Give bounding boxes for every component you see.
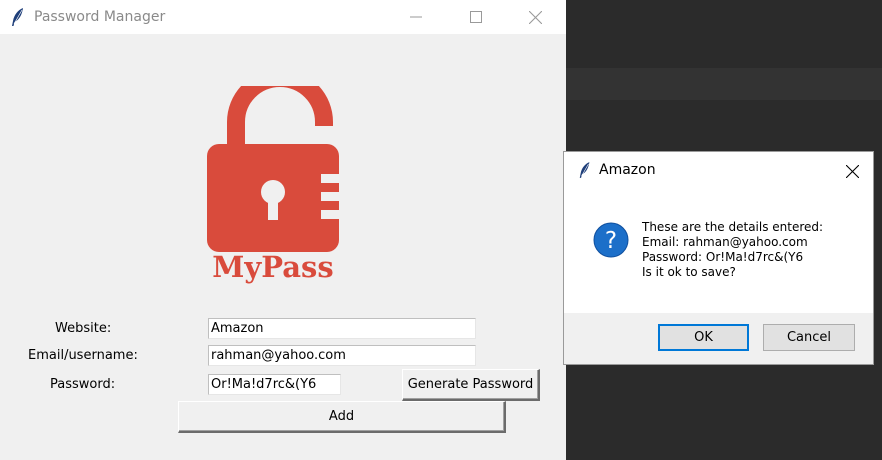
website-input[interactable] [208,318,476,339]
close-icon [845,164,859,178]
question-icon: ? [593,222,629,258]
generate-password-button[interactable]: Generate Password [402,369,540,401]
feather-icon [579,162,590,178]
close-icon [528,10,542,24]
dialog-title: Amazon [599,162,656,178]
email-label: Email/username: [28,348,138,363]
dialog-close-button[interactable] [834,156,870,186]
dialog-title-bar[interactable]: Amazon [564,152,873,190]
maximize-icon [470,11,482,23]
add-button[interactable]: Add [178,401,506,433]
email-input[interactable] [208,345,476,366]
confirm-dialog: Amazon ? These are the details entered: … [563,151,874,365]
mypass-logo: MyPass [207,86,341,284]
dialog-footer: OK Cancel [564,313,873,364]
feather-icon [12,8,23,26]
password-input[interactable] [208,374,341,395]
logo-text: MyPass [212,250,333,284]
maximize-button[interactable] [453,0,499,34]
minimize-icon [410,16,422,18]
message-line: Is it ok to save? [642,265,736,279]
svg-text:?: ? [605,228,617,254]
password-manager-window: Password Manager MyPass Website: Email/u… [0,0,566,460]
message-line: Email: rahman@yahoo.com [642,235,808,249]
message-line: Password: Or!Ma!d7rc&(Y6 [642,250,804,264]
message-line: These are the details entered: [642,220,824,234]
close-button[interactable] [512,0,558,34]
ok-button[interactable]: OK [658,324,749,351]
minimize-button[interactable] [393,0,439,34]
title-bar[interactable]: Password Manager [0,0,566,34]
desktop-background [566,68,882,100]
password-label: Password: [50,377,116,392]
dialog-message: These are the details entered: Email: ra… [642,220,823,280]
website-label: Website: [55,321,112,336]
cancel-button[interactable]: Cancel [763,324,855,351]
window-title: Password Manager [34,9,166,25]
